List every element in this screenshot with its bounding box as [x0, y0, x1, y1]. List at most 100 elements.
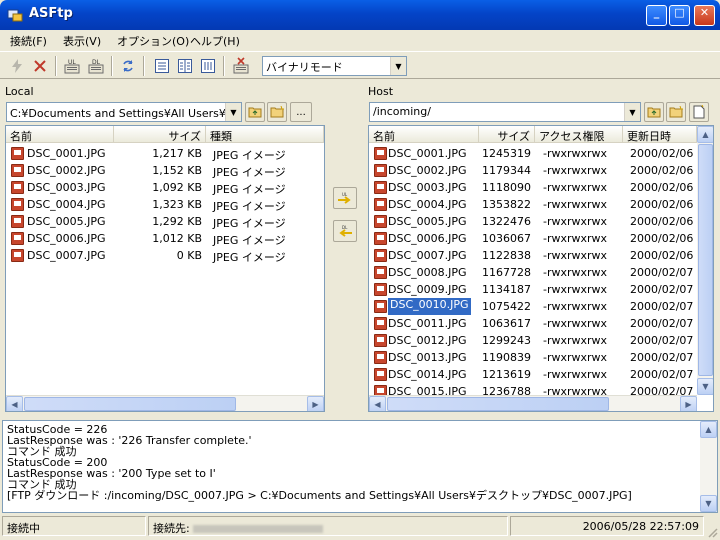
host-label: 接続先:: [153, 522, 190, 535]
refresh-icon[interactable]: [117, 55, 139, 77]
connection-status: 接続中: [2, 516, 146, 536]
host-file-row[interactable]: DSC_0009.JPG 1134187 -rwxrwxrwx 2000/02/07: [369, 281, 697, 298]
file-name: DSC_0004.JPG: [27, 198, 106, 211]
log-panel[interactable]: StatusCode = 226 LastResponse was : '226 …: [2, 420, 718, 513]
col-name[interactable]: 名前: [369, 126, 479, 143]
local-file-row[interactable]: DSC_0004.JPG 1,323 KB JPEG イメージ: [6, 196, 324, 213]
host-file-row[interactable]: DSC_0003.JPG 1118090 -rwxrwxrwx 2000/02/06: [369, 179, 697, 196]
host-new-file-button[interactable]: [689, 102, 709, 122]
local-file-row[interactable]: DSC_0003.JPG 1,092 KB JPEG イメージ: [6, 179, 324, 196]
menu-view[interactable]: 表示(V): [63, 33, 101, 49]
host-file-row[interactable]: DSC_0001.JPG 1245319 -rwxrwxrwx 2000/02/06: [369, 145, 697, 162]
resize-grip-icon[interactable]: [706, 526, 718, 538]
file-name: DSC_0003.JPG: [388, 181, 467, 194]
host-file-row[interactable]: DSC_0012.JPG 1299243 -rwxrwxrwx 2000/02/07: [369, 332, 697, 349]
local-path-select[interactable]: C:¥Documents and Settings¥All Users¥デ ▼: [6, 102, 242, 122]
chevron-down-icon[interactable]: ▼: [225, 103, 241, 121]
host-up-folder-button[interactable]: [644, 102, 664, 122]
close-button[interactable]: ✕: [694, 5, 715, 26]
menu-connect[interactable]: 接続(F): [10, 33, 47, 49]
host-horizontal-scrollbar[interactable]: ◀ ▶: [369, 395, 697, 411]
local-file-row[interactable]: DSC_0001.JPG 1,217 KB JPEG イメージ: [6, 145, 324, 162]
menu-options[interactable]: オプション(O): [117, 33, 189, 49]
upload-transfer-button[interactable]: UL: [333, 187, 357, 209]
host-file-row[interactable]: DSC_0013.JPG 1190839 -rwxrwxrwx 2000/02/07: [369, 349, 697, 366]
file-name: DSC_0006.JPG: [27, 232, 106, 245]
log-vertical-scrollbar[interactable]: ▲ ▼: [700, 421, 717, 512]
scroll-up-icon[interactable]: ▲: [700, 421, 717, 438]
host-file-row[interactable]: DSC_0005.JPG 1322476 -rwxrwxrwx 2000/02/06: [369, 213, 697, 230]
host-file-row[interactable]: DSC_0006.JPG 1036067 -rwxrwxrwx 2000/02/06: [369, 230, 697, 247]
download-transfer-button[interactable]: DL: [333, 220, 357, 242]
scroll-right-icon[interactable]: ▶: [680, 396, 697, 411]
scroll-up-icon[interactable]: ▲: [697, 126, 713, 143]
minimize-button[interactable]: _: [646, 5, 667, 26]
file-size: 1299243: [482, 334, 531, 347]
host-file-row[interactable]: DSC_0011.JPG 1063617 -rwxrwxrwx 2000/02/07: [369, 315, 697, 332]
file-name: DSC_0009.JPG: [388, 283, 467, 296]
file-permissions: -rwxrwxrwx: [543, 283, 608, 296]
file-permissions: -rwxrwxrwx: [543, 164, 608, 177]
scroll-thumb[interactable]: [387, 397, 609, 411]
file-modified: 2000/02/06: [630, 215, 694, 228]
scroll-down-icon[interactable]: ▼: [700, 495, 717, 512]
col-modified[interactable]: 更新日時: [623, 126, 697, 143]
file-modified: 2000/02/07: [630, 283, 694, 296]
host-file-row[interactable]: DSC_0002.JPG 1179344 -rwxrwxrwx 2000/02/06: [369, 162, 697, 179]
menu-help[interactable]: ヘルプ(H): [190, 33, 240, 49]
host-file-row[interactable]: DSC_0004.JPG 1353822 -rwxrwxrwx 2000/02/06: [369, 196, 697, 213]
host-file-row[interactable]: DSC_0014.JPG 1213619 -rwxrwxrwx 2000/02/07: [369, 366, 697, 383]
disconnect-icon[interactable]: [29, 55, 51, 77]
col-type[interactable]: 種類: [206, 126, 324, 143]
upload-icon[interactable]: UL: [61, 55, 83, 77]
file-size: 1134187: [482, 283, 531, 296]
download-icon[interactable]: DL: [85, 55, 107, 77]
jpeg-file-icon: [11, 198, 24, 211]
local-horizontal-scrollbar[interactable]: ◀ ▶: [6, 395, 324, 411]
maximize-button[interactable]: □: [669, 5, 690, 26]
icon-view-icon[interactable]: [197, 55, 219, 77]
file-name: DSC_0006.JPG: [388, 232, 467, 245]
local-up-folder-button[interactable]: [245, 102, 265, 122]
col-size[interactable]: サイズ: [114, 126, 206, 143]
chevron-down-icon[interactable]: ▼: [390, 57, 406, 75]
transfer-mode-select[interactable]: バイナリモード ▼: [262, 56, 407, 76]
title-bar: ASFtp _ □ ✕: [0, 0, 720, 30]
col-size[interactable]: サイズ: [479, 126, 535, 143]
host-path-select[interactable]: /incoming/ ▼: [369, 102, 641, 122]
delete-icon[interactable]: [230, 55, 252, 77]
file-name: DSC_0014.JPG: [388, 368, 467, 381]
scroll-down-icon[interactable]: ▼: [697, 378, 713, 395]
scroll-left-icon[interactable]: ◀: [369, 396, 386, 411]
file-permissions: -rwxrwxrwx: [543, 300, 608, 313]
file-name: DSC_0001.JPG: [388, 147, 467, 160]
jpeg-file-icon: [374, 147, 387, 160]
connect-icon[interactable]: [6, 55, 28, 77]
host-file-row[interactable]: DSC_0008.JPG 1167728 -rwxrwxrwx 2000/02/07: [369, 264, 697, 281]
local-browse-button[interactable]: ...: [290, 102, 312, 122]
list-view-icon[interactable]: [151, 55, 173, 77]
host-vertical-scrollbar[interactable]: ▲ ▼: [697, 126, 713, 395]
scroll-right-icon[interactable]: ▶: [307, 396, 324, 411]
jpeg-file-icon: [11, 147, 24, 160]
local-file-row[interactable]: DSC_0007.JPG 0 KB JPEG イメージ: [6, 247, 324, 264]
local-file-row[interactable]: DSC_0002.JPG 1,152 KB JPEG イメージ: [6, 162, 324, 179]
col-name[interactable]: 名前: [6, 126, 114, 143]
detail-view-icon[interactable]: [174, 55, 196, 77]
host-file-list[interactable]: 名前 サイズ アクセス権限 更新日時 DSC_0001.JPG 1245319 -r…: [368, 125, 714, 412]
local-file-row[interactable]: DSC_0006.JPG 1,012 KB JPEG イメージ: [6, 230, 324, 247]
scroll-left-icon[interactable]: ◀: [6, 396, 23, 411]
scroll-thumb[interactable]: [24, 397, 236, 411]
host-file-row[interactable]: DSC_0010.JPG 1075422 -rwxrwxrwx 2000/02/07: [369, 298, 697, 315]
col-permissions[interactable]: アクセス権限: [535, 126, 623, 143]
scroll-thumb[interactable]: [698, 144, 713, 376]
host-file-row[interactable]: DSC_0007.JPG 1122838 -rwxrwxrwx 2000/02/06: [369, 247, 697, 264]
file-modified: 2000/02/06: [630, 164, 694, 177]
local-new-folder-button[interactable]: [267, 102, 287, 122]
file-size: 1118090: [482, 181, 531, 194]
local-file-list[interactable]: 名前 サイズ 種類 DSC_0001.JPG 1,217 KB JPEG イメージ D…: [5, 125, 325, 412]
file-name: DSC_0005.JPG: [388, 215, 467, 228]
host-new-folder-button[interactable]: [666, 102, 686, 122]
local-file-row[interactable]: DSC_0005.JPG 1,292 KB JPEG イメージ: [6, 213, 324, 230]
chevron-down-icon[interactable]: ▼: [624, 103, 640, 121]
